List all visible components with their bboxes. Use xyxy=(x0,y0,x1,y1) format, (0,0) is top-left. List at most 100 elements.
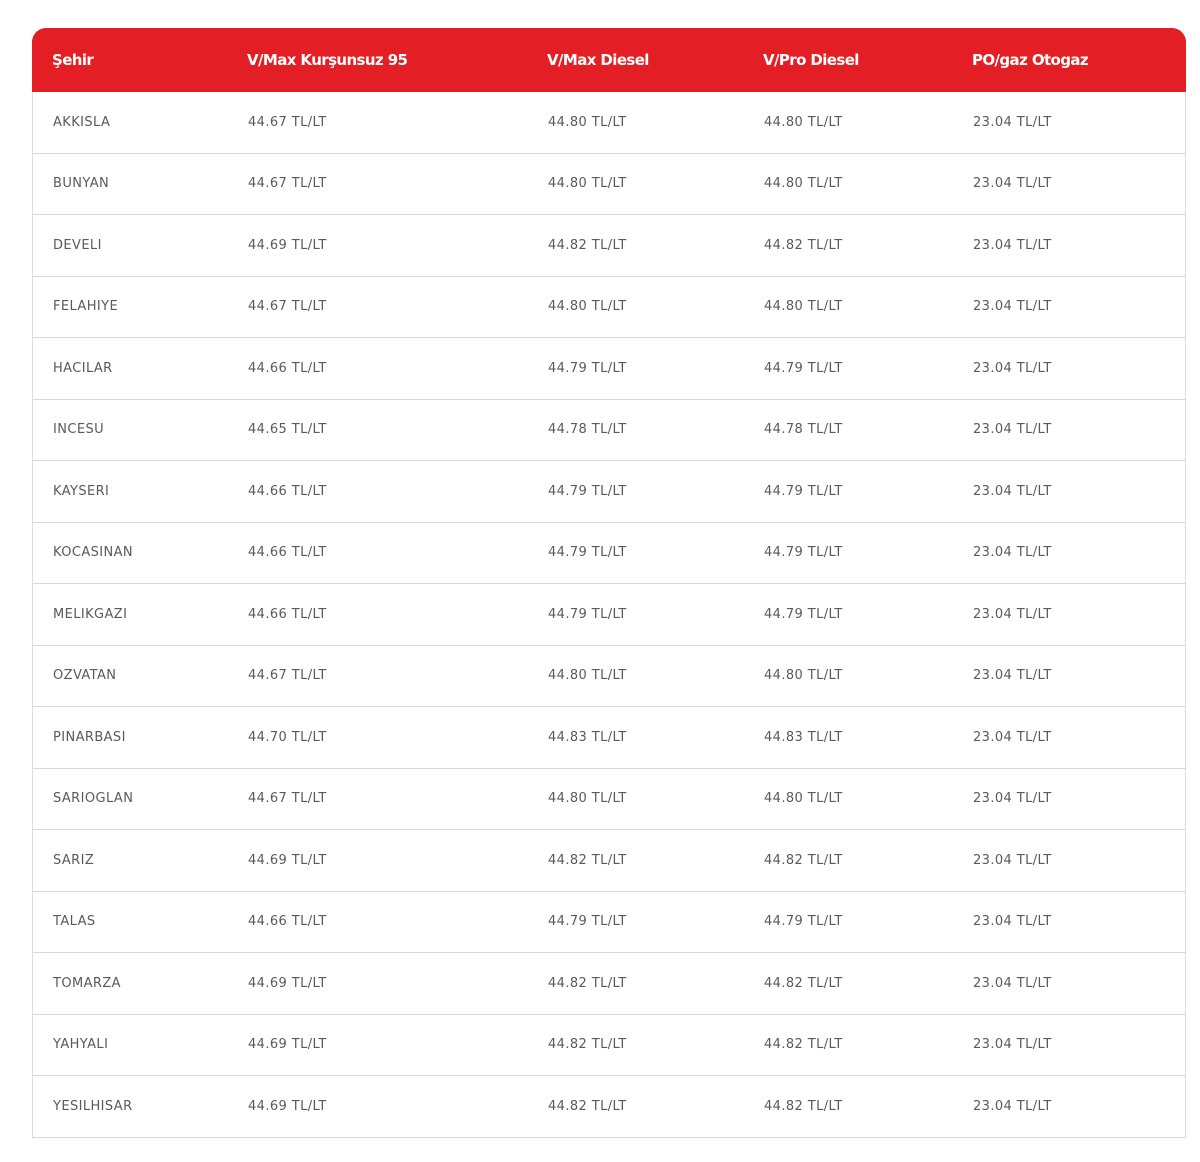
vpro-diesel-cell: 44.78 TL/LT xyxy=(764,422,843,438)
pogaz-otogaz-cell: 23.04 TL/LT xyxy=(973,360,1052,376)
city-cell: AKKISLA xyxy=(53,114,111,130)
pogaz-otogaz-cell: 23.04 TL/LT xyxy=(973,176,1052,192)
vpro-diesel-cell: 44.82 TL/LT xyxy=(764,975,843,991)
vmax-kursunsuz-95-cell: 44.67 TL/LT xyxy=(248,176,327,192)
vmax-diesel-cell: 44.80 TL/LT xyxy=(548,791,627,807)
city-cell: FELAHIYE xyxy=(53,299,119,315)
pogaz-otogaz-cell: 23.04 TL/LT xyxy=(973,545,1052,561)
pogaz-otogaz-cell: 23.04 TL/LT xyxy=(973,606,1052,622)
vmax-diesel-cell: 44.79 TL/LT xyxy=(548,360,627,376)
city-cell: PINARBASI xyxy=(53,729,126,745)
vmax-kursunsuz-95-cell: 44.70 TL/LT xyxy=(248,729,327,745)
city-cell: INCESU xyxy=(53,422,105,438)
table-row: PINARBASI 44.70 TL/LT 44.83 TL/LT 44.83 TL/… xyxy=(33,707,1185,769)
vpro-diesel-cell: 44.82 TL/LT xyxy=(764,237,843,253)
pogaz-otogaz-cell: 23.04 TL/LT xyxy=(973,791,1052,807)
pogaz-otogaz-cell: 23.04 TL/LT xyxy=(973,1037,1052,1053)
table-row: KAYSERI 44.66 TL/LT 44.79 TL/LT 44.79 TL/LT… xyxy=(33,461,1185,523)
header-pogaz-otogaz: PO/gaz Otogaz xyxy=(972,51,1089,69)
vmax-kursunsuz-95-cell: 44.67 TL/LT xyxy=(248,114,327,130)
city-cell: KOCASINAN xyxy=(53,545,134,561)
table-row: OZVATAN 44.67 TL/LT 44.80 TL/LT 44.80 TL/LT… xyxy=(33,646,1185,707)
city-cell: HACILAR xyxy=(53,360,113,376)
vmax-kursunsuz-95-cell: 44.67 TL/LT xyxy=(248,791,327,807)
pogaz-otogaz-cell: 23.04 TL/LT xyxy=(973,422,1052,438)
table-row: HACILAR 44.66 TL/LT 44.79 TL/LT 44.79 TL/LT… xyxy=(33,338,1185,400)
city-cell: OZVATAN xyxy=(53,668,117,684)
table-body: AKKISLA 44.67 TL/LT 44.80 TL/LT 44.80 TL/LT… xyxy=(32,92,1186,1138)
city-cell: KAYSERI xyxy=(53,483,110,499)
vpro-diesel-cell: 44.80 TL/LT xyxy=(764,299,843,315)
vpro-diesel-cell: 44.79 TL/LT xyxy=(764,483,843,499)
city-cell: BUNYAN xyxy=(53,176,110,192)
vpro-diesel-cell: 44.79 TL/LT xyxy=(764,606,843,622)
vpro-diesel-cell: 44.80 TL/LT xyxy=(764,176,843,192)
table-row: FELAHIYE 44.67 TL/LT 44.80 TL/LT 44.80 TL/L… xyxy=(33,277,1185,338)
vpro-diesel-cell: 44.82 TL/LT xyxy=(764,1037,843,1053)
table-row: TALAS 44.66 TL/LT 44.79 TL/LT 44.79 TL/LT 23… xyxy=(33,892,1185,953)
header-vmax-kursunsuz-95: V/Max Kurşunsuz 95 xyxy=(247,51,408,69)
table-row: BUNYAN 44.67 TL/LT 44.80 TL/LT 44.80 TL/LT 2… xyxy=(33,154,1185,215)
pogaz-otogaz-cell: 23.04 TL/LT xyxy=(973,668,1052,684)
vpro-diesel-cell: 44.79 TL/LT xyxy=(764,360,843,376)
vmax-kursunsuz-95-cell: 44.67 TL/LT xyxy=(248,668,327,684)
vmax-kursunsuz-95-cell: 44.66 TL/LT xyxy=(248,360,327,376)
city-cell: YESILHISAR xyxy=(53,1098,133,1114)
city-cell: TALAS xyxy=(53,914,96,930)
city-cell: SARIOGLAN xyxy=(53,791,134,807)
table-row: TOMARZA 44.69 TL/LT 44.82 TL/LT 44.82 TL/LT… xyxy=(33,953,1185,1015)
pogaz-otogaz-cell: 23.04 TL/LT xyxy=(973,299,1052,315)
vmax-diesel-cell: 44.82 TL/LT xyxy=(548,1098,627,1114)
city-cell: YAHYALI xyxy=(53,1037,109,1053)
vpro-diesel-cell: 44.79 TL/LT xyxy=(764,914,843,930)
vpro-diesel-cell: 44.80 TL/LT xyxy=(764,668,843,684)
vmax-kursunsuz-95-cell: 44.69 TL/LT xyxy=(248,975,327,991)
city-cell: MELIKGAZI xyxy=(53,606,128,622)
city-cell: DEVELI xyxy=(53,237,102,253)
vmax-kursunsuz-95-cell: 44.69 TL/LT xyxy=(248,852,327,868)
vmax-diesel-cell: 44.80 TL/LT xyxy=(548,176,627,192)
vpro-diesel-cell: 44.82 TL/LT xyxy=(764,1098,843,1114)
pogaz-otogaz-cell: 23.04 TL/LT xyxy=(973,729,1052,745)
vmax-diesel-cell: 44.78 TL/LT xyxy=(548,422,627,438)
vmax-kursunsuz-95-cell: 44.66 TL/LT xyxy=(248,483,327,499)
city-cell: SARIZ xyxy=(53,852,95,868)
header-city: Şehir xyxy=(52,51,94,69)
table-row: SARIOGLAN 44.67 TL/LT 44.80 TL/LT 44.80 TL/… xyxy=(33,769,1185,830)
vpro-diesel-cell: 44.80 TL/LT xyxy=(764,791,843,807)
vmax-kursunsuz-95-cell: 44.65 TL/LT xyxy=(248,422,327,438)
vmax-diesel-cell: 44.83 TL/LT xyxy=(548,729,627,745)
vmax-diesel-cell: 44.82 TL/LT xyxy=(548,975,627,991)
vmax-kursunsuz-95-cell: 44.69 TL/LT xyxy=(248,1098,327,1114)
vmax-diesel-cell: 44.82 TL/LT xyxy=(548,237,627,253)
vmax-diesel-cell: 44.80 TL/LT xyxy=(548,668,627,684)
vmax-diesel-cell: 44.79 TL/LT xyxy=(548,606,627,622)
table-row: INCESU 44.65 TL/LT 44.78 TL/LT 44.78 TL/LT 2… xyxy=(33,400,1185,461)
header-vmax-diesel: V/Max Diesel xyxy=(547,51,649,69)
table-row: DEVELI 44.69 TL/LT 44.82 TL/LT 44.82 TL/LT 2… xyxy=(33,215,1185,277)
vmax-kursunsuz-95-cell: 44.67 TL/LT xyxy=(248,299,327,315)
vmax-diesel-cell: 44.79 TL/LT xyxy=(548,545,627,561)
vpro-diesel-cell: 44.82 TL/LT xyxy=(764,852,843,868)
vmax-kursunsuz-95-cell: 44.66 TL/LT xyxy=(248,914,327,930)
vmax-kursunsuz-95-cell: 44.66 TL/LT xyxy=(248,545,327,561)
table-row: AKKISLA 44.67 TL/LT 44.80 TL/LT 44.80 TL/LT… xyxy=(33,92,1185,154)
pogaz-otogaz-cell: 23.04 TL/LT xyxy=(973,975,1052,991)
vmax-kursunsuz-95-cell: 44.69 TL/LT xyxy=(248,1037,327,1053)
vpro-diesel-cell: 44.83 TL/LT xyxy=(764,729,843,745)
vpro-diesel-cell: 44.80 TL/LT xyxy=(764,114,843,130)
table-row: MELIKGAZI 44.66 TL/LT 44.79 TL/LT 44.79 TL/… xyxy=(33,584,1185,646)
vmax-kursunsuz-95-cell: 44.66 TL/LT xyxy=(248,606,327,622)
vmax-diesel-cell: 44.82 TL/LT xyxy=(548,1037,627,1053)
vmax-diesel-cell: 44.80 TL/LT xyxy=(548,299,627,315)
table-row: YAHYALI 44.69 TL/LT 44.82 TL/LT 44.82 TL/LT… xyxy=(33,1015,1185,1076)
pogaz-otogaz-cell: 23.04 TL/LT xyxy=(973,483,1052,499)
pogaz-otogaz-cell: 23.04 TL/LT xyxy=(973,852,1052,868)
pogaz-otogaz-cell: 23.04 TL/LT xyxy=(973,237,1052,253)
vmax-diesel-cell: 44.82 TL/LT xyxy=(548,852,627,868)
vmax-kursunsuz-95-cell: 44.69 TL/LT xyxy=(248,237,327,253)
table-row: YESILHISAR 44.69 TL/LT 44.82 TL/LT 44.82 TL… xyxy=(33,1076,1185,1138)
table-row: SARIZ 44.69 TL/LT 44.82 TL/LT 44.82 TL/LT 23… xyxy=(33,830,1185,892)
vpro-diesel-cell: 44.79 TL/LT xyxy=(764,545,843,561)
table-row: KOCASINAN 44.66 TL/LT 44.79 TL/LT 44.79 TL/… xyxy=(33,523,1185,584)
